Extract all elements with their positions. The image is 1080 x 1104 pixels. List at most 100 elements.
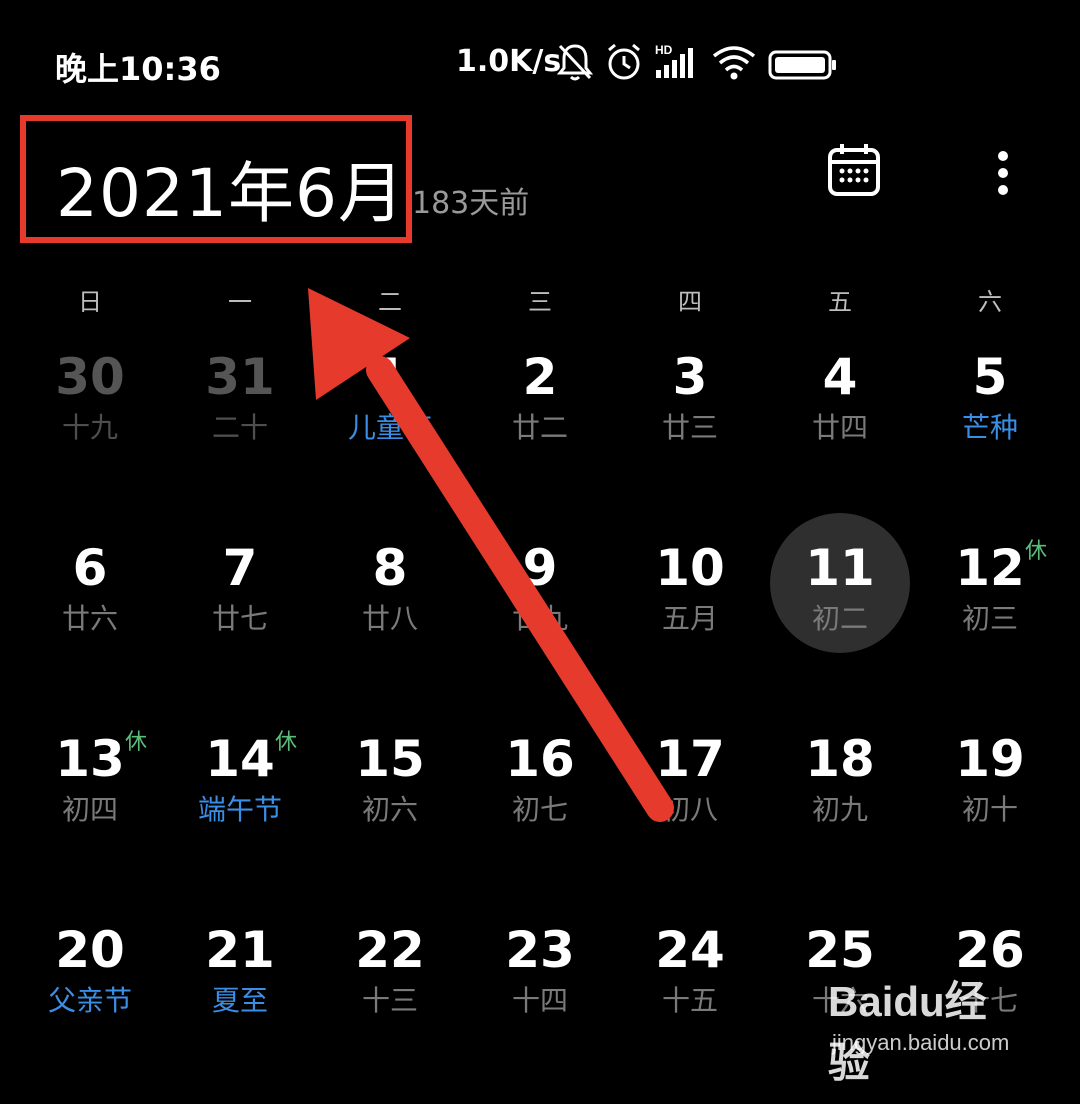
day-number: 2 (522, 348, 558, 406)
lunar-date: 十九 (61, 411, 118, 444)
day-cell[interactable]: 30 十九 (15, 340, 165, 531)
day-cell[interactable]: 19 初十 (915, 722, 1065, 913)
lunar-date: 初九 (811, 793, 868, 826)
day-cell[interactable]: 6 廿六 (15, 531, 165, 722)
lunar-date: 初二 (811, 602, 868, 635)
lunar-date: 初八 (661, 793, 718, 826)
day-cell[interactable]: 22 十三 (315, 913, 465, 1104)
days-ago-label: 183天前 (412, 186, 530, 221)
rest-day-badge: 休 (275, 730, 298, 755)
day-cell[interactable]: 1 儿童节 (315, 340, 465, 531)
lunar-date: 十五 (661, 984, 718, 1017)
day-cell[interactable]: 15 初六 (315, 722, 465, 913)
baidu-watermark: Baidu经验 jingyan.baidu.com (828, 968, 1028, 1086)
weekday-header: 日 一 二 三 四 五 六 (15, 282, 1065, 317)
day-cell[interactable]: 10 五月 (615, 531, 765, 722)
watermark-brand: Baidu经验 (828, 978, 987, 1086)
more-vertical-icon[interactable] (985, 140, 1045, 208)
day-number: 1 (372, 348, 408, 406)
weekday-label: 三 (528, 288, 552, 316)
lunar-date: 五月 (661, 602, 718, 635)
day-number: 20 (55, 921, 125, 979)
day-number: 6 (72, 539, 108, 597)
wifi-icon (710, 40, 758, 88)
day-number: 16 (505, 730, 575, 788)
day-cell[interactable]: 9 廿九 (465, 531, 615, 722)
day-cell[interactable]: 5 芒种 (915, 340, 1065, 531)
lunar-date: 廿九 (511, 602, 568, 635)
lunar-date: 廿七 (211, 602, 268, 635)
day-number: 3 (672, 348, 708, 406)
day-number: 7 (222, 539, 258, 597)
festival-label: 芒种 (961, 411, 1018, 444)
lunar-date: 廿二 (511, 411, 568, 444)
rest-day-badge: 休 (125, 730, 148, 755)
day-number: 23 (505, 921, 575, 979)
lunar-date: 廿八 (361, 602, 418, 635)
day-cell[interactable]: 8 廿八 (315, 531, 465, 722)
day-number: 24 (655, 921, 725, 979)
day-number: 30 (55, 348, 125, 406)
day-number: 9 (522, 539, 558, 597)
lunar-date: 初七 (511, 793, 568, 826)
lunar-date: 十四 (511, 984, 568, 1017)
day-cell[interactable]: 11 初二 (765, 513, 915, 722)
calendar-icon[interactable] (826, 140, 886, 208)
lunar-date: 初三 (961, 602, 1018, 635)
day-number: 22 (355, 921, 425, 979)
day-number: 21 (205, 921, 275, 979)
alarm-icon (604, 40, 644, 88)
day-cell[interactable]: 20 父亲节 (15, 913, 165, 1104)
lunar-date: 廿四 (811, 411, 868, 444)
festival-label: 儿童节 (347, 411, 432, 444)
day-number: 5 (972, 348, 1008, 406)
network-speed: 1.0K/s (456, 44, 562, 79)
day-number: 11 (805, 539, 875, 597)
svg-text:HD: HD (655, 43, 673, 57)
festival-label: 端午节 (197, 793, 282, 826)
festival-label: 父亲节 (47, 984, 132, 1017)
weekday-label: 二 (378, 288, 402, 316)
day-cell[interactable]: 13 初四休 (15, 722, 165, 913)
day-number: 19 (955, 730, 1025, 788)
lunar-date: 初十 (961, 793, 1018, 826)
day-cell[interactable]: 23 十四 (465, 913, 615, 1104)
battery-icon (768, 40, 840, 88)
day-cell[interactable]: 7 廿七 (165, 531, 315, 722)
day-number: 10 (655, 539, 725, 597)
lunar-date: 二十 (211, 411, 268, 444)
festival-label: 夏至 (211, 984, 268, 1017)
rest-day-badge: 休 (1025, 539, 1048, 564)
day-number: 15 (355, 730, 425, 788)
day-number: 4 (822, 348, 858, 406)
day-cell[interactable]: 24 十五 (615, 913, 765, 1104)
day-cell[interactable]: 31 二十 (165, 340, 315, 531)
day-cell[interactable]: 14 端午节休 (165, 722, 315, 913)
day-cell[interactable]: 4 廿四 (765, 340, 915, 531)
lunar-date: 初六 (361, 793, 418, 826)
hd-signal-icon: HD (654, 40, 698, 88)
day-cell[interactable]: 17 初八 (615, 722, 765, 913)
day-cell[interactable]: 3 廿三 (615, 340, 765, 531)
status-bar: 晚上10:36 1.0K/s HD (0, 0, 1080, 130)
day-number: 31 (205, 348, 275, 406)
weekday-label: 六 (978, 288, 1002, 316)
day-cell[interactable]: 21 夏至 (165, 913, 315, 1104)
annotation-highlight-box (20, 115, 412, 243)
weekday-label: 一 (228, 288, 252, 316)
lunar-date: 廿三 (661, 411, 718, 444)
lunar-date: 初四 (61, 793, 118, 826)
bell-muted-icon (556, 40, 594, 88)
day-cell[interactable]: 18 初九 (765, 722, 915, 913)
lunar-date: 十三 (361, 984, 418, 1017)
watermark-url: jingyan.baidu.com (832, 1030, 1010, 1055)
day-cell[interactable]: 2 廿二 (465, 340, 615, 531)
day-number: 17 (655, 730, 725, 788)
weekday-label: 日 (78, 288, 102, 316)
day-number: 18 (805, 730, 875, 788)
day-number: 8 (372, 539, 408, 597)
day-cell[interactable]: 12 初三休 (915, 531, 1065, 722)
weekday-label: 四 (678, 288, 702, 316)
status-time: 晚上10:36 (55, 50, 221, 88)
day-cell[interactable]: 16 初七 (465, 722, 615, 913)
